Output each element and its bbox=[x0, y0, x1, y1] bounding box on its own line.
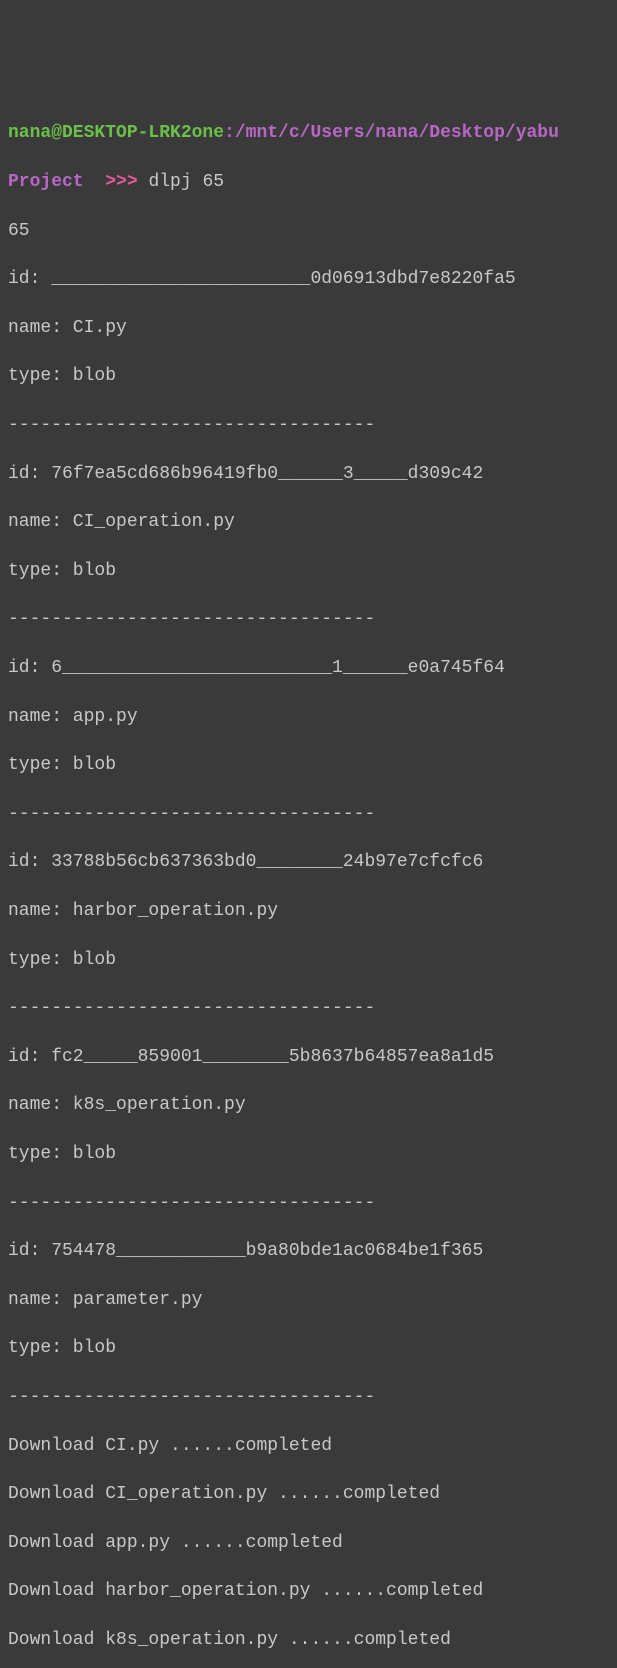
separator: ---------------------------------- bbox=[8, 1191, 609, 1215]
entry-name: name: CI.py bbox=[8, 316, 609, 340]
entry-id: id: 754478____________b9a80bde1ac0684be1… bbox=[8, 1239, 609, 1263]
command-1: dlpj 65 bbox=[148, 172, 224, 192]
separator: ---------------------------------- bbox=[8, 996, 609, 1020]
entry-id: id: ________________________0d06913dbd7e… bbox=[8, 267, 609, 291]
output-line: 65 bbox=[8, 219, 609, 243]
entry-name: name: harbor_operation.py bbox=[8, 899, 609, 923]
entry-type: type: blob bbox=[8, 753, 609, 777]
entry-id: id: 6_________________________1______e0a… bbox=[8, 656, 609, 680]
entry-type: type: blob bbox=[8, 1336, 609, 1360]
path: :/mnt/c/Users/nana/Desktop/yabu bbox=[224, 123, 559, 143]
terminal-output: nana@DESKTOP-LRK2one:/mnt/c/Users/nana/D… bbox=[8, 97, 609, 1668]
separator: ---------------------------------- bbox=[8, 1385, 609, 1409]
entry-type: type: blob bbox=[8, 364, 609, 388]
entry-type: type: blob bbox=[8, 1142, 609, 1166]
separator: ---------------------------------- bbox=[8, 607, 609, 631]
user-host: nana@DESKTOP-LRK2one bbox=[8, 123, 224, 143]
entry-name: name: CI_operation.py bbox=[8, 510, 609, 534]
entry-id: id: 76f7ea5cd686b96419fb0______3_____d30… bbox=[8, 462, 609, 486]
separator: ---------------------------------- bbox=[8, 413, 609, 437]
entry-id: id: 33788b56cb637363bd0________24b97e7cf… bbox=[8, 850, 609, 874]
download-line: Download CI_operation.py ......completed bbox=[8, 1482, 609, 1506]
entry-name: name: app.py bbox=[8, 705, 609, 729]
entry-id: id: fc2_____859001________5b8637b64857ea… bbox=[8, 1045, 609, 1069]
prompt-arrows: >>> bbox=[105, 172, 137, 192]
entry-name: name: k8s_operation.py bbox=[8, 1093, 609, 1117]
prompt-line-1[interactable]: Project >>> dlpj 65 bbox=[8, 170, 609, 194]
entry-name: name: parameter.py bbox=[8, 1288, 609, 1312]
entry-type: type: blob bbox=[8, 559, 609, 583]
project-label: Project bbox=[8, 172, 84, 192]
separator: ---------------------------------- bbox=[8, 802, 609, 826]
download-line: Download k8s_operation.py ......complete… bbox=[8, 1628, 609, 1652]
entry-type: type: blob bbox=[8, 948, 609, 972]
download-line: Download app.py ......completed bbox=[8, 1531, 609, 1555]
download-line: Download harbor_operation.py ......compl… bbox=[8, 1579, 609, 1603]
download-line: Download CI.py ......completed bbox=[8, 1434, 609, 1458]
